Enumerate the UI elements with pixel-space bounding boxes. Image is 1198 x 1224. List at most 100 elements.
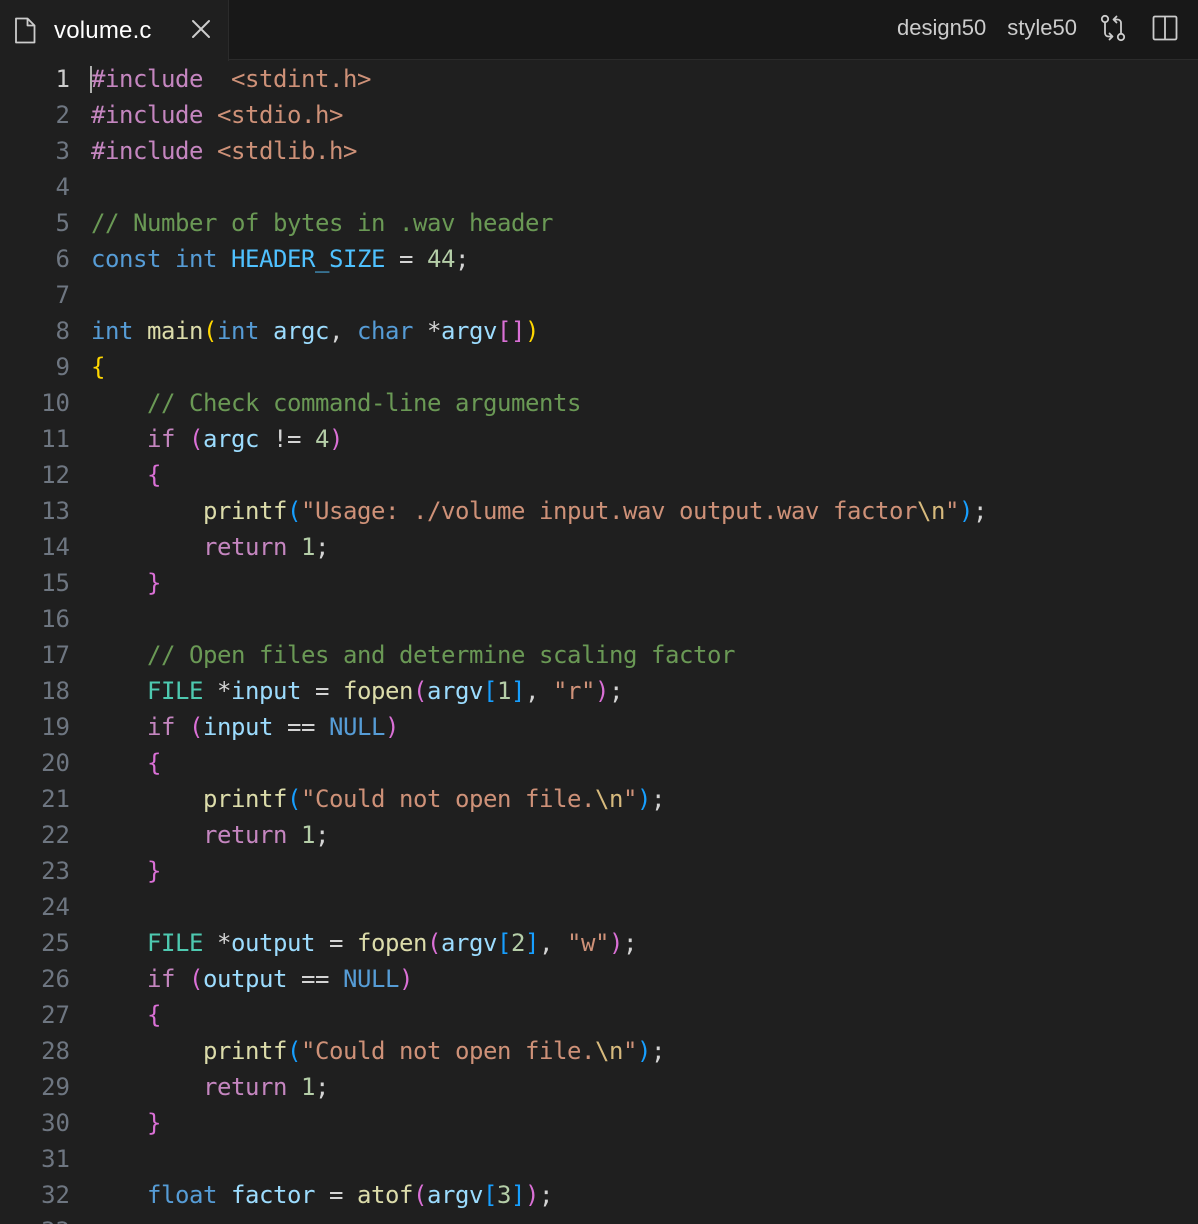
code-token: ( — [189, 965, 203, 993]
code-line[interactable]: 16 — [0, 601, 1198, 637]
code-line[interactable]: 10 // Check command-line arguments — [0, 385, 1198, 421]
line-number: 8 — [55, 317, 70, 345]
line-number: 3 — [55, 137, 70, 165]
code-line[interactable]: 31 — [0, 1141, 1198, 1177]
code-line[interactable]: 28 printf("Could not open file.\n"); — [0, 1033, 1198, 1069]
code-line[interactable]: 32 float factor = atof(argv[3]); — [0, 1177, 1198, 1213]
code-token: [ — [483, 677, 497, 705]
code-line[interactable]: 15 } — [0, 565, 1198, 601]
close-icon[interactable] — [187, 15, 215, 43]
code-token: * — [427, 317, 441, 345]
code-text: // Number of bytes in .wav header — [91, 205, 553, 241]
code-line[interactable]: 3 #include <stdlib.h> — [0, 133, 1198, 169]
code-line[interactable]: 5 // Number of bytes in .wav header — [0, 205, 1198, 241]
code-line[interactable]: 12 { — [0, 457, 1198, 493]
code-line[interactable]: 9{ — [0, 349, 1198, 385]
code-line[interactable]: 8 int main(int argc, char *argv[]) — [0, 313, 1198, 349]
code-text: { — [91, 997, 161, 1033]
line-number: 12 — [41, 461, 70, 489]
line-number: 23 — [41, 857, 70, 885]
code-token: input — [203, 713, 273, 741]
code-line[interactable]: 25 FILE *output = fopen(argv[2], "w"); — [0, 925, 1198, 961]
code-line[interactable]: 18 FILE *input = fopen(argv[1], "r"); — [0, 673, 1198, 709]
code-token: 1 — [301, 821, 315, 849]
code-token: 1 — [301, 533, 315, 561]
code-line[interactable]: 23 } — [0, 853, 1198, 889]
code-token: \n — [594, 1037, 623, 1065]
code-text: } — [91, 1105, 161, 1141]
compare-changes-icon[interactable] — [1098, 12, 1128, 44]
code-token: { — [147, 749, 161, 777]
split-editor-icon[interactable] — [1150, 12, 1180, 44]
code-token: [ — [483, 1181, 497, 1209]
code-token: factor — [231, 1181, 315, 1209]
code-line[interactable]: 24 — [0, 889, 1198, 925]
code-token: output — [231, 929, 315, 957]
code-line[interactable]: 6 const int HEADER_SIZE = 44; — [0, 241, 1198, 277]
code-token: ) — [525, 317, 539, 345]
code-text: if (argc != 4) — [91, 421, 343, 457]
code-token: == — [301, 965, 329, 993]
code-editor[interactable]: 1 #include <stdint.h> 2 #include <stdio.h> 3… — [0, 61, 1198, 1224]
code-line[interactable]: 21 printf("Could not open file.\n"); — [0, 781, 1198, 817]
code-line[interactable]: 17 // Open files and determine scaling f… — [0, 637, 1198, 673]
code-text: // Open files and determine scaling fact… — [91, 637, 735, 673]
style50-button[interactable]: style50 — [1007, 15, 1077, 41]
code-token: ( — [413, 677, 427, 705]
tab-volume-c[interactable]: volume.c — [0, 0, 229, 61]
code-line[interactable]: 1 #include <stdint.h> — [0, 61, 1198, 97]
code-line[interactable]: 29 return 1; — [0, 1069, 1198, 1105]
code-line[interactable]: 26 if (output == NULL) — [0, 961, 1198, 997]
code-token: { — [147, 1001, 161, 1029]
code-token: ) — [958, 497, 973, 525]
code-line[interactable]: 4 — [0, 169, 1198, 205]
code-text: #include <stdio.h> — [91, 97, 343, 133]
code-line[interactable]: 22 return 1; — [0, 817, 1198, 853]
code-line[interactable]: 30 } — [0, 1105, 1198, 1141]
code-token: char — [357, 317, 413, 345]
code-line[interactable]: 2 #include <stdio.h> — [0, 97, 1198, 133]
code-token: ; — [455, 245, 469, 273]
code-line[interactable]: 7 — [0, 277, 1198, 313]
code-token: ] — [511, 1181, 525, 1209]
code-token: == — [287, 713, 315, 741]
code-token: \n — [916, 497, 945, 525]
code-line[interactable]: 14 return 1; — [0, 529, 1198, 565]
line-number: 22 — [41, 821, 70, 849]
code-token: ; — [972, 497, 987, 525]
code-line[interactable]: 19 if (input == NULL) — [0, 709, 1198, 745]
code-token: ) — [636, 1037, 651, 1065]
line-number: 16 — [41, 605, 70, 633]
code-line[interactable]: 20 { — [0, 745, 1198, 781]
code-line[interactable]: 33 — [0, 1213, 1198, 1224]
code-token: = — [399, 245, 413, 273]
design50-button[interactable]: design50 — [897, 15, 986, 41]
code-line[interactable]: 13 printf("Usage: ./volume input.wav out… — [0, 493, 1198, 529]
code-line[interactable]: 27 { — [0, 997, 1198, 1033]
code-token: ) — [595, 677, 609, 705]
code-line[interactable]: 11 if (argc != 4) — [0, 421, 1198, 457]
code-token: output — [203, 965, 287, 993]
code-token: \n — [594, 785, 623, 813]
line-number: 9 — [55, 353, 70, 381]
line-number: 21 — [41, 785, 70, 813]
code-token: NULL — [343, 965, 399, 993]
line-number: 19 — [41, 713, 70, 741]
